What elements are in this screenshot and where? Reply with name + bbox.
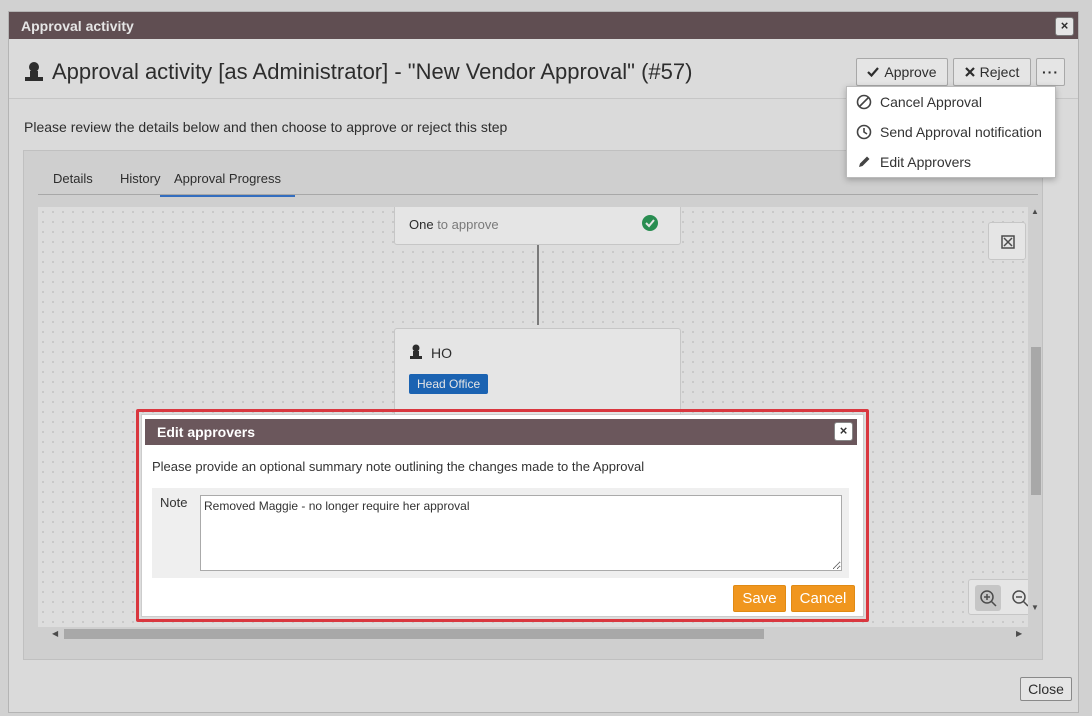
- cancel-icon: [856, 94, 872, 110]
- menu-item-cancel-approval[interactable]: Cancel Approval: [847, 87, 1055, 117]
- menu-item-label: Cancel Approval: [880, 94, 982, 110]
- dialog-description: Please provide an optional summary note …: [152, 459, 645, 474]
- menu-item-send-notification[interactable]: Send Approval notification: [847, 117, 1055, 147]
- dialog-close-button[interactable]: ×: [834, 422, 853, 441]
- menu-item-label: Edit Approvers: [880, 154, 972, 170]
- menu-item-edit-approvers[interactable]: Edit Approvers: [847, 147, 1055, 177]
- edit-approvers-dialog: Edit approvers × Please provide an optio…: [141, 414, 864, 617]
- note-textarea[interactable]: Removed Maggie - no longer require her a…: [200, 495, 842, 571]
- dialog-title: Edit approvers: [157, 424, 256, 440]
- save-button[interactable]: Save: [733, 585, 786, 612]
- more-actions-menu: Cancel Approval Send Approval notificati…: [846, 86, 1056, 178]
- menu-item-label: Send Approval notification: [880, 124, 1042, 140]
- cancel-button[interactable]: Cancel: [791, 585, 855, 612]
- note-label: Note: [160, 495, 188, 510]
- clock-icon: [856, 124, 872, 140]
- dialog-titlebar: Edit approvers ×: [145, 419, 857, 445]
- pencil-icon: [859, 156, 870, 167]
- note-section: Note Removed Maggie - no longer require …: [152, 488, 849, 578]
